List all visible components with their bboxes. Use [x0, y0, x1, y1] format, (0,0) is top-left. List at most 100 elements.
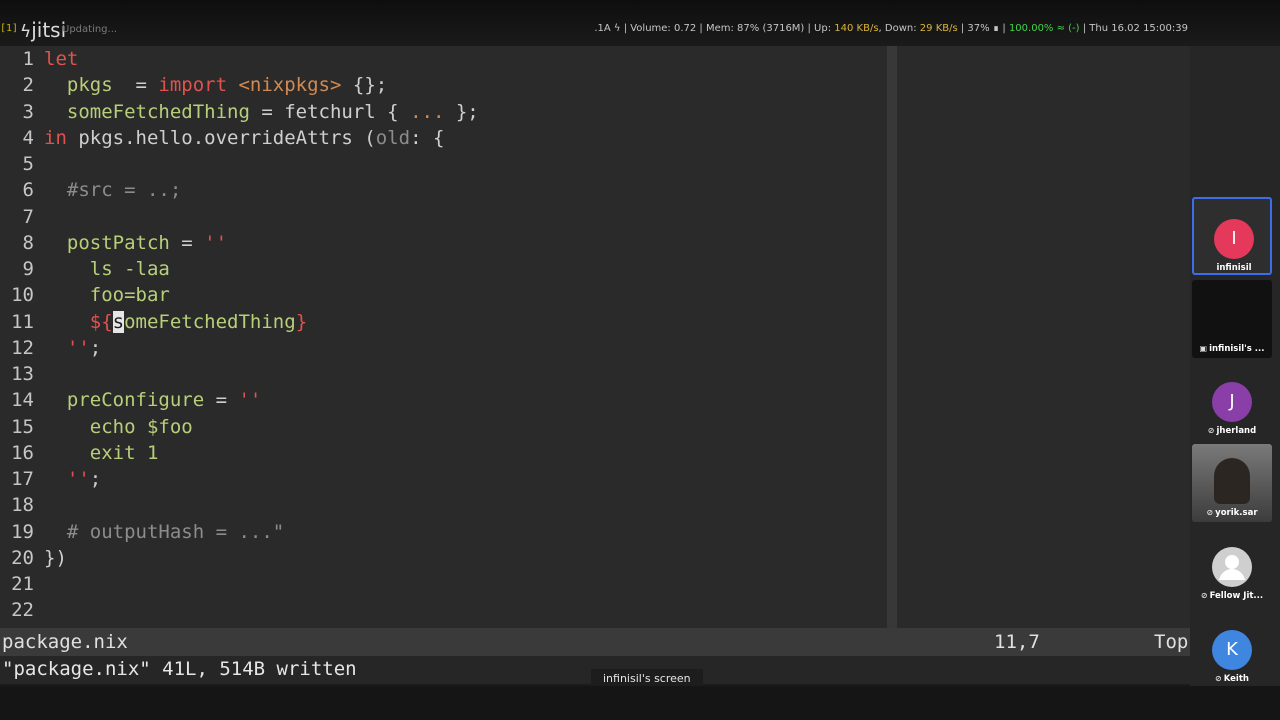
participant-name-text: yorik.sar: [1215, 508, 1258, 518]
code-line[interactable]: 19 # outputHash = ...": [0, 519, 880, 545]
status-battery: | 37% ∎ |: [957, 23, 1009, 34]
line-number: 14: [11, 389, 34, 412]
code-token: let: [44, 48, 79, 70]
avatar: J: [1212, 382, 1252, 422]
code-token: ${: [44, 310, 113, 333]
code-line[interactable]: 13: [0, 361, 880, 387]
line-number: 16: [11, 441, 34, 464]
code-text: }): [44, 545, 67, 571]
participant-name: ⊘ Fellow Jit...: [1192, 591, 1272, 601]
code-token: =: [112, 74, 159, 97]
code-line[interactable]: 8 postPatch = '': [0, 230, 880, 256]
code-line[interactable]: 10 foo=bar: [0, 282, 880, 308]
code-token: old: [375, 126, 411, 149]
code-line[interactable]: 21: [0, 571, 880, 597]
participant-tile[interactable]: Iinfinisil: [1192, 197, 1272, 275]
video-feed: [1214, 458, 1250, 504]
code-token: ;: [89, 468, 102, 490]
code-line[interactable]: 4 in pkgs.hello.overrideAttrs (old: {: [0, 125, 880, 151]
code-line[interactable]: 17 '';: [0, 466, 880, 492]
code-token: # outputHash = ...": [44, 520, 285, 543]
app-title: ϟjitsi: [20, 18, 66, 42]
participant-name: ⊘ Keith: [1192, 674, 1272, 684]
editor-scrollbar[interactable]: [887, 46, 897, 628]
code-token: '': [238, 389, 262, 412]
jitsi-bolt-icon: ϟ: [20, 22, 32, 42]
code-token: '': [44, 468, 90, 490]
line-number: 5: [22, 153, 34, 175]
code-line[interactable]: 18: [0, 492, 880, 518]
code-line[interactable]: 1 let: [0, 46, 880, 72]
line-number: 17: [11, 468, 34, 490]
code-token: someFetchedThing: [44, 100, 250, 123]
line-number: 20: [11, 546, 34, 569]
code-token: in: [44, 126, 67, 149]
line-number: 13: [11, 363, 34, 385]
code-token: preConfigure: [44, 389, 205, 412]
upload-speed: 140 KB/s: [834, 23, 879, 34]
code-token: '': [204, 231, 228, 254]
line-number: 10: [11, 284, 34, 307]
code-token: <nixpkgs>: [227, 74, 342, 97]
code-line[interactable]: 6 #src = ..;: [0, 177, 880, 203]
command-message: "package.nix" 41L, 514B written: [2, 658, 357, 680]
code-line[interactable]: 16 exit 1: [0, 440, 880, 466]
status-prefix: .1A ϟ | Volume: 0.72 | Mem: 87% (3716M) …: [594, 23, 835, 34]
line-number: 12: [11, 336, 34, 359]
participant-name-text: infinisil: [1216, 263, 1252, 273]
line-number: 15: [11, 415, 34, 438]
status-datetime: | Thu 16.02 15:00:39: [1079, 23, 1188, 34]
participant-tile[interactable]: ⊘ Fellow Jit...: [1192, 527, 1272, 605]
code-token: '': [44, 336, 90, 359]
line-number: 8: [22, 231, 34, 254]
code-token: import: [158, 74, 228, 97]
participant-name: ⊘ jherland: [1192, 426, 1272, 436]
mic-muted-icon: ⊘: [1215, 674, 1222, 683]
code-line[interactable]: 2 pkgs = import <nixpkgs> {};: [0, 72, 880, 98]
code-line[interactable]: 11 ${someFetchedThing}: [0, 309, 880, 335]
code-text: postPatch = '': [44, 230, 227, 256]
code-line[interactable]: 3 someFetchedThing = fetchurl { ... };: [0, 99, 880, 125]
participant-name-text: Fellow Jit...: [1209, 591, 1264, 601]
line-number: 18: [11, 494, 34, 517]
participant-tile[interactable]: ⊘ yorik.sar: [1192, 444, 1272, 522]
code-text: echo $foo: [44, 414, 193, 440]
code-line[interactable]: 12 '';: [0, 335, 880, 361]
participant-tile[interactable]: ▣ infinisil's ...: [1192, 280, 1272, 358]
code-token: }): [44, 546, 67, 569]
code-text: let: [44, 46, 78, 72]
system-status-line: .1A ϟ | Volume: 0.72 | Mem: 87% (3716M) …: [594, 23, 1188, 34]
code-token: ls -laa: [44, 258, 170, 280]
participant-tile[interactable]: J ⊘ jherland: [1192, 362, 1272, 440]
code-line[interactable]: 20}): [0, 545, 880, 571]
code-line[interactable]: 9 ls -laa: [0, 256, 880, 282]
mic-muted-icon: ⊘: [1206, 508, 1214, 517]
scroll-position: Top: [1154, 631, 1189, 653]
workspace-indicator[interactable]: [1]: [0, 23, 18, 34]
code-text: preConfigure = '': [44, 387, 262, 413]
code-token: postPatch: [44, 231, 170, 254]
code-token: exit 1: [44, 441, 159, 464]
line-number: 11: [11, 310, 34, 333]
line-number: 7: [22, 205, 34, 228]
code-line[interactable]: 7: [0, 204, 880, 230]
code-text: '';: [44, 335, 101, 361]
code-token: echo $foo: [44, 415, 193, 438]
user-icon: [1212, 547, 1252, 587]
status-filename: package.nix: [2, 631, 128, 653]
code-line[interactable]: 22: [0, 597, 880, 623]
code-line[interactable]: 14 preConfigure = '': [0, 387, 880, 413]
code-text: exit 1: [44, 440, 159, 466]
code-line[interactable]: 15 echo $foo: [0, 414, 880, 440]
updating-text: Updating...: [62, 24, 118, 35]
code-line[interactable]: 5: [0, 151, 880, 177]
participant-tile[interactable]: K ⊘ Keith: [1192, 610, 1272, 688]
code-token: ;: [89, 336, 102, 359]
code-token: : {: [410, 126, 445, 149]
code-text: ${someFetchedThing}: [44, 309, 307, 335]
participant-name: ⊘ yorik.sar: [1192, 508, 1272, 518]
line-number: 19: [11, 520, 34, 543]
cursor-position: 11,7: [994, 631, 1040, 653]
vim-editor-area[interactable]: 1 let 2 pkgs = import <nixpkgs> {}; 3 someF…: [0, 46, 1190, 628]
mic-muted-icon: ⊘: [1200, 591, 1208, 600]
